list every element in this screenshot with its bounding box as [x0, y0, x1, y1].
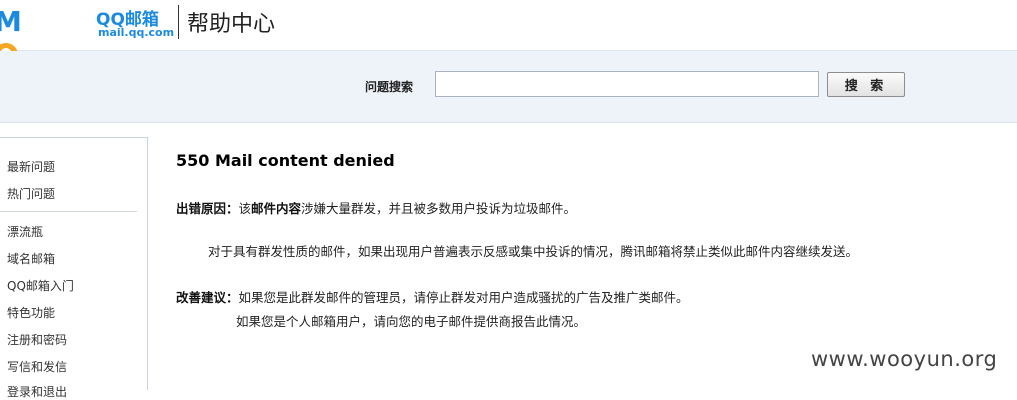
sidebar-item-latest[interactable]: 最新问题 [7, 158, 55, 175]
watermark: www.wooyun.org [811, 347, 998, 371]
cause-label: 出错原因： [176, 201, 239, 216]
cause-detail: 对于具有群发性质的邮件，如果出现用户普遍表示反感或集中投诉的情况，腾讯邮箱将禁止… [208, 244, 859, 259]
search-bar: 问题搜索 搜 索 [0, 51, 1017, 123]
header-divider [178, 5, 179, 39]
advice-label: 改善建议： [176, 290, 239, 305]
sidebar-item-domain-mail[interactable]: 域名邮箱 [7, 250, 55, 267]
search-label: 问题搜索 [365, 80, 414, 94]
sidebar-item-login-logout[interactable]: 登录和退出 [7, 383, 67, 400]
sidebar-item-compose-send[interactable]: 写信和发信 [7, 358, 67, 375]
header: Mil QQ邮箱 mail.qq.com 帮助中心 [0, 0, 1017, 104]
sidebar: 最新问题 热门问题 漂流瓶 域名邮箱 QQ邮箱入门 特色功能 注册和密码 写信和… [0, 137, 148, 399]
sidebar-item-popular[interactable]: 热门问题 [7, 185, 55, 202]
sidebar-item-features[interactable]: 特色功能 [7, 304, 55, 321]
article-title: 550 Mail content denied [176, 151, 395, 170]
cause-prefix: 该 [238, 201, 252, 216]
improvement-advice: 改善建议：如果您是此群发邮件的管理员，请停止群发对用户造成骚扰的广告及推广类邮件… [176, 287, 689, 306]
error-cause: 出错原因：该邮件内容涉嫌大量群发，并且被多数用户投诉为垃圾邮件。 [176, 198, 576, 217]
search-input[interactable] [435, 71, 819, 97]
sidebar-divider [0, 211, 137, 212]
advice-text: 如果您是此群发邮件的管理员，请停止群发对用户造成骚扰的广告及推广类邮件。 [238, 290, 689, 305]
logo-letter: M [0, 5, 22, 38]
advice-text-personal: 如果您是个人邮箱用户，请向您的电子邮件提供商报告此情况。 [236, 314, 587, 329]
cause-text: 涉嫌大量群发，并且被多数用户投诉为垃圾邮件。 [301, 201, 577, 216]
cause-bold: 邮件内容 [251, 201, 302, 216]
sidebar-item-drift-bottle[interactable]: 漂流瓶 [7, 223, 43, 240]
page-title: 帮助中心 [187, 12, 276, 37]
sidebar-item-getting-started[interactable]: QQ邮箱入门 [7, 277, 74, 294]
search-button[interactable]: 搜 索 [827, 72, 905, 97]
sidebar-item-register-password[interactable]: 注册和密码 [7, 331, 67, 348]
brand-domain: mail.qq.com [98, 26, 175, 39]
